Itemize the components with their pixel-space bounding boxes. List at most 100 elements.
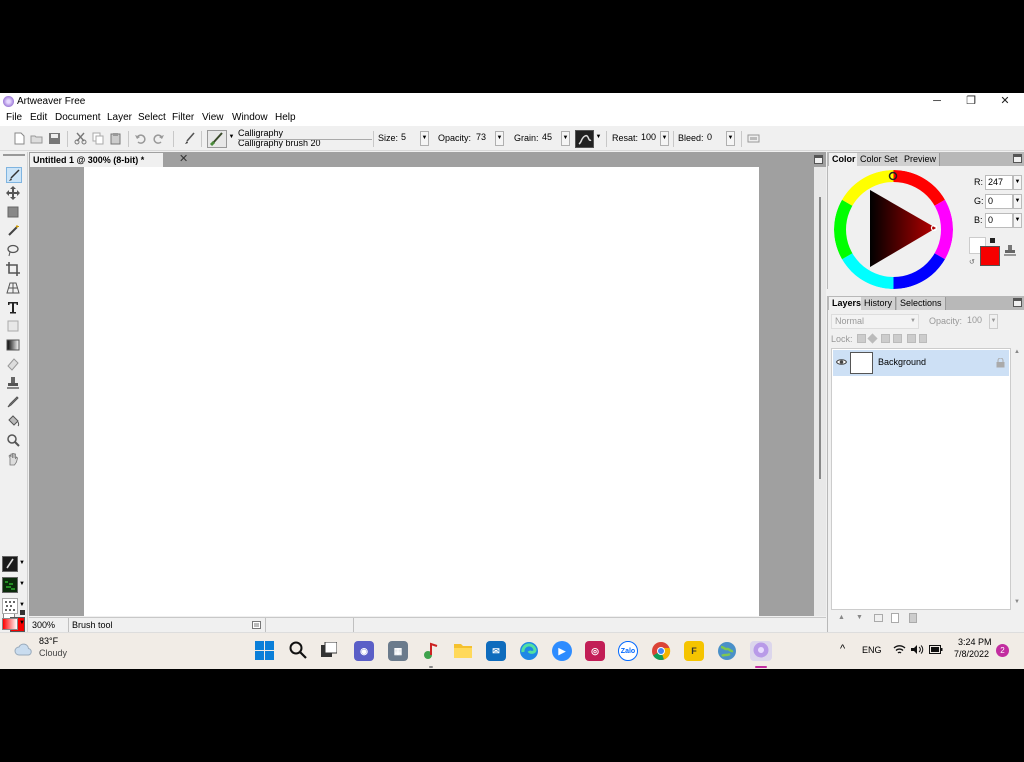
eyedropper-tool[interactable]	[6, 395, 22, 411]
new-file-icon[interactable]	[13, 132, 26, 145]
resat-input[interactable]: 100	[638, 131, 658, 146]
blue-value-dropdown[interactable]: ▼	[1013, 213, 1022, 228]
menu-document[interactable]: Document	[55, 112, 101, 123]
zalo-icon[interactable]: Zalo	[618, 641, 638, 661]
scroll-up-icon[interactable]: ▲	[1014, 349, 1020, 355]
close-window-button[interactable]: ✕	[988, 93, 1022, 110]
tab-selections[interactable]: Selections	[897, 297, 946, 310]
palette-settings-icon[interactable]	[747, 132, 760, 145]
size-dropdown[interactable]: ▼	[420, 131, 429, 146]
notification-badge[interactable]: 2	[996, 644, 1009, 657]
opacity-input[interactable]: 73	[473, 131, 493, 146]
wifi-icon[interactable]	[893, 644, 906, 655]
layers-panel-menu-icon[interactable]	[1013, 298, 1022, 307]
panel-color-swatches[interactable]: ↺	[969, 237, 1002, 267]
volume-icon[interactable]	[910, 644, 924, 655]
battery-icon[interactable]	[929, 645, 943, 654]
restore-button[interactable]: ❐	[954, 93, 988, 110]
globe-app-icon[interactable]	[717, 641, 737, 661]
bleed-input[interactable]: 0	[704, 131, 724, 146]
artweaver-taskbar-icon[interactable]	[750, 641, 772, 661]
minimize-button[interactable]: ─	[920, 93, 954, 110]
color-panel-menu-icon[interactable]	[1013, 154, 1022, 163]
open-file-icon[interactable]	[30, 132, 43, 145]
save-icon[interactable]	[48, 132, 61, 145]
layers-scrollbar[interactable]: ▲ ▼	[1012, 348, 1022, 610]
document-tab[interactable]: Untitled 1 @ 300% (8-bit) *	[30, 153, 163, 167]
gradient-tool[interactable]	[6, 338, 22, 354]
brush-name-box[interactable]: Calligraphy Calligraphy brush 20	[238, 128, 321, 148]
crop-tool[interactable]	[6, 262, 22, 278]
rectangle-select-tool[interactable]	[6, 205, 22, 221]
panel-swap-colors-icon[interactable]	[990, 238, 995, 243]
teams-chat-icon[interactable]: ◉	[354, 641, 374, 661]
panel-foreground-swatch[interactable]	[980, 246, 1000, 266]
search-icon[interactable]	[289, 641, 307, 659]
undo-icon[interactable]	[134, 132, 147, 145]
texture-preset-dropdown-arrow[interactable]: ▼	[19, 581, 25, 587]
remote-app-icon[interactable]: ◎	[585, 641, 605, 661]
layer-row[interactable]: Background	[833, 350, 1009, 376]
blue-value-input[interactable]: 0	[985, 213, 1013, 228]
lock-paint-icon[interactable]	[881, 334, 890, 343]
eraser-tool[interactable]	[6, 357, 22, 373]
vertical-scroll-thumb[interactable]	[819, 197, 821, 479]
lock-move-icon[interactable]	[867, 333, 878, 344]
green-value-input[interactable]: 0	[985, 194, 1013, 209]
lock-transparency-icon[interactable]	[857, 334, 866, 343]
chrome-browser-icon[interactable]	[651, 641, 671, 661]
brush-preset-dropdown[interactable]: ▼	[228, 131, 235, 146]
document-info-icon[interactable]	[252, 621, 261, 629]
new-layer-icon[interactable]	[891, 613, 899, 623]
tab-preview[interactable]: Preview	[901, 153, 941, 166]
edge-browser-icon[interactable]	[519, 641, 539, 661]
delete-layer-icon[interactable]	[909, 613, 917, 623]
texture-preset-button[interactable]	[2, 577, 18, 593]
grain-texture-swatch[interactable]	[575, 130, 594, 148]
clone-stamp-tool[interactable]	[6, 376, 22, 392]
color-picker-stamp-icon[interactable]	[1004, 244, 1016, 256]
move-layer-up-icon[interactable]: ▲	[838, 614, 845, 621]
menu-view[interactable]: View	[202, 112, 224, 123]
move-tool[interactable]	[6, 186, 22, 202]
file-explorer-icon[interactable]	[453, 641, 473, 661]
eye-visibility-icon[interactable]	[836, 358, 847, 366]
texture-dropdown[interactable]: ▼	[595, 131, 602, 146]
pattern-preset-dropdown-arrow[interactable]: ▼	[19, 602, 25, 608]
shape-tool[interactable]	[6, 319, 22, 335]
zoom-level[interactable]: 300%	[32, 620, 55, 630]
tab-layers[interactable]: Layers	[829, 297, 866, 310]
brush-tool[interactable]	[6, 167, 22, 183]
red-value-input[interactable]: 247	[985, 175, 1013, 190]
clock-date[interactable]: 7/8/2022	[954, 649, 989, 659]
close-document-icon[interactable]: ✕	[179, 152, 188, 165]
drawing-canvas[interactable]	[84, 167, 759, 616]
grain-dropdown[interactable]: ▼	[561, 131, 570, 146]
new-layer-group-icon[interactable]	[874, 614, 883, 622]
text-tool[interactable]	[6, 300, 22, 316]
size-input[interactable]: 5	[398, 131, 419, 146]
layer-opacity-dropdown[interactable]: ▼	[989, 314, 998, 329]
perspective-tool[interactable]	[6, 281, 22, 297]
grain-input[interactable]: 45	[539, 131, 559, 146]
redo-icon[interactable]	[152, 132, 165, 145]
vertical-scrollbar[interactable]	[814, 167, 826, 616]
menu-layer[interactable]: Layer	[107, 112, 132, 123]
toolbox-grip[interactable]	[3, 154, 25, 156]
brush-preset-thumbnail[interactable]	[207, 130, 227, 148]
lock-padlock-icon[interactable]	[919, 334, 927, 343]
menu-filter[interactable]: Filter	[172, 112, 194, 123]
gradient-preset-dropdown-arrow[interactable]: ▼	[19, 620, 25, 626]
gradient-preset-button[interactable]	[2, 618, 18, 630]
music-app-icon[interactable]	[421, 641, 441, 661]
menu-select[interactable]: Select	[138, 112, 166, 123]
paint-bucket-tool[interactable]	[6, 414, 22, 430]
scroll-down-icon[interactable]: ▼	[1014, 599, 1020, 605]
hand-tool[interactable]	[6, 452, 22, 468]
zoom-tool[interactable]	[6, 433, 22, 449]
tab-color[interactable]: Color	[829, 153, 860, 166]
cloudy-weather-icon[interactable]	[14, 642, 34, 656]
lasso-tool[interactable]	[6, 243, 22, 259]
blend-mode-select[interactable]: Normal ▼	[831, 314, 919, 329]
cut-icon[interactable]	[74, 132, 87, 145]
